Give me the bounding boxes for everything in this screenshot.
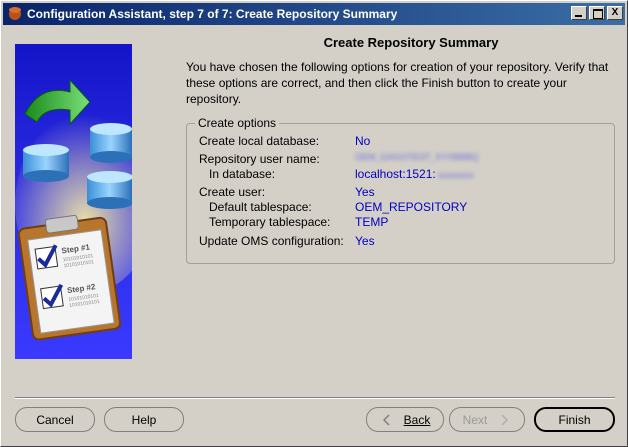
page-title: Create Repository Summary xyxy=(323,35,499,50)
in-database-value-wrapper: localhost:1521: xxxxxxxx xyxy=(355,167,474,181)
minimize-button[interactable] xyxy=(571,6,587,20)
maximize-button[interactable] xyxy=(589,6,605,20)
config-assistant-icon xyxy=(7,6,23,22)
create-user-label: Create user: xyxy=(199,185,266,199)
create-local-db-value: No xyxy=(355,134,371,148)
clipboard-icon: Step #1 10101010101 10101010101 Step #2 … xyxy=(17,214,122,341)
in-database-label: In database: xyxy=(209,167,276,181)
window-title: Configuration Assistant, step 7 of 7: Cr… xyxy=(27,7,398,21)
back-button[interactable]: Back xyxy=(366,407,444,432)
wizard-illustration: Step #1 10101010101 10101010101 Step #2 … xyxy=(15,44,132,359)
default-tablespace-value: OEM_REPOSITORY xyxy=(355,200,468,214)
in-database-value: localhost:1521: xyxy=(355,167,436,181)
temporary-tablespace-label: Temporary tablespace: xyxy=(209,215,331,229)
title-bar[interactable]: Configuration Assistant, step 7 of 7: Cr… xyxy=(3,3,625,25)
button-separator xyxy=(15,397,615,399)
default-tablespace-label: Default tablespace: xyxy=(209,200,312,214)
repository-user-label: Repository user name: xyxy=(199,152,320,166)
create-user-value: Yes xyxy=(355,185,375,199)
configuration-assistant-window: Configuration Assistant, step 7 of 7: Cr… xyxy=(0,0,628,447)
database-icon xyxy=(90,123,132,163)
intro-text: You have chosen the following options fo… xyxy=(186,60,609,106)
cancel-button[interactable]: Cancel xyxy=(15,407,95,432)
temporary-tablespace-value: TEMP xyxy=(355,215,389,229)
in-database-sid: xxxxxxxx xyxy=(437,170,474,180)
chevron-left-icon xyxy=(382,413,390,426)
cancel-button-label: Cancel xyxy=(36,412,74,427)
chevron-right-icon xyxy=(501,413,509,426)
database-icon xyxy=(23,144,69,182)
finish-button-label: Finish xyxy=(558,412,591,427)
repository-user-value: OEM_GAGOTEST_XYXBBBQ xyxy=(355,152,479,162)
wizard-illustration-graphic: Step #1 10101010101 10101010101 Step #2 … xyxy=(15,78,132,341)
next-button-label: Next xyxy=(462,412,488,427)
update-oms-label: Update OMS configuration: xyxy=(199,234,344,248)
create-local-db-label: Create local database: xyxy=(199,134,320,148)
create-options-group: Create options Create local database: No… xyxy=(186,116,615,264)
finish-button[interactable]: Finish xyxy=(534,407,615,432)
next-button[interactable]: Next xyxy=(449,407,525,432)
help-button[interactable]: Help xyxy=(104,407,184,432)
group-legend: Create options xyxy=(195,116,280,130)
update-oms-value: Yes xyxy=(355,234,375,248)
database-icon xyxy=(87,171,132,209)
close-button[interactable]: X xyxy=(607,6,623,20)
back-button-label: Back xyxy=(403,412,431,427)
help-button-label: Help xyxy=(131,412,157,427)
